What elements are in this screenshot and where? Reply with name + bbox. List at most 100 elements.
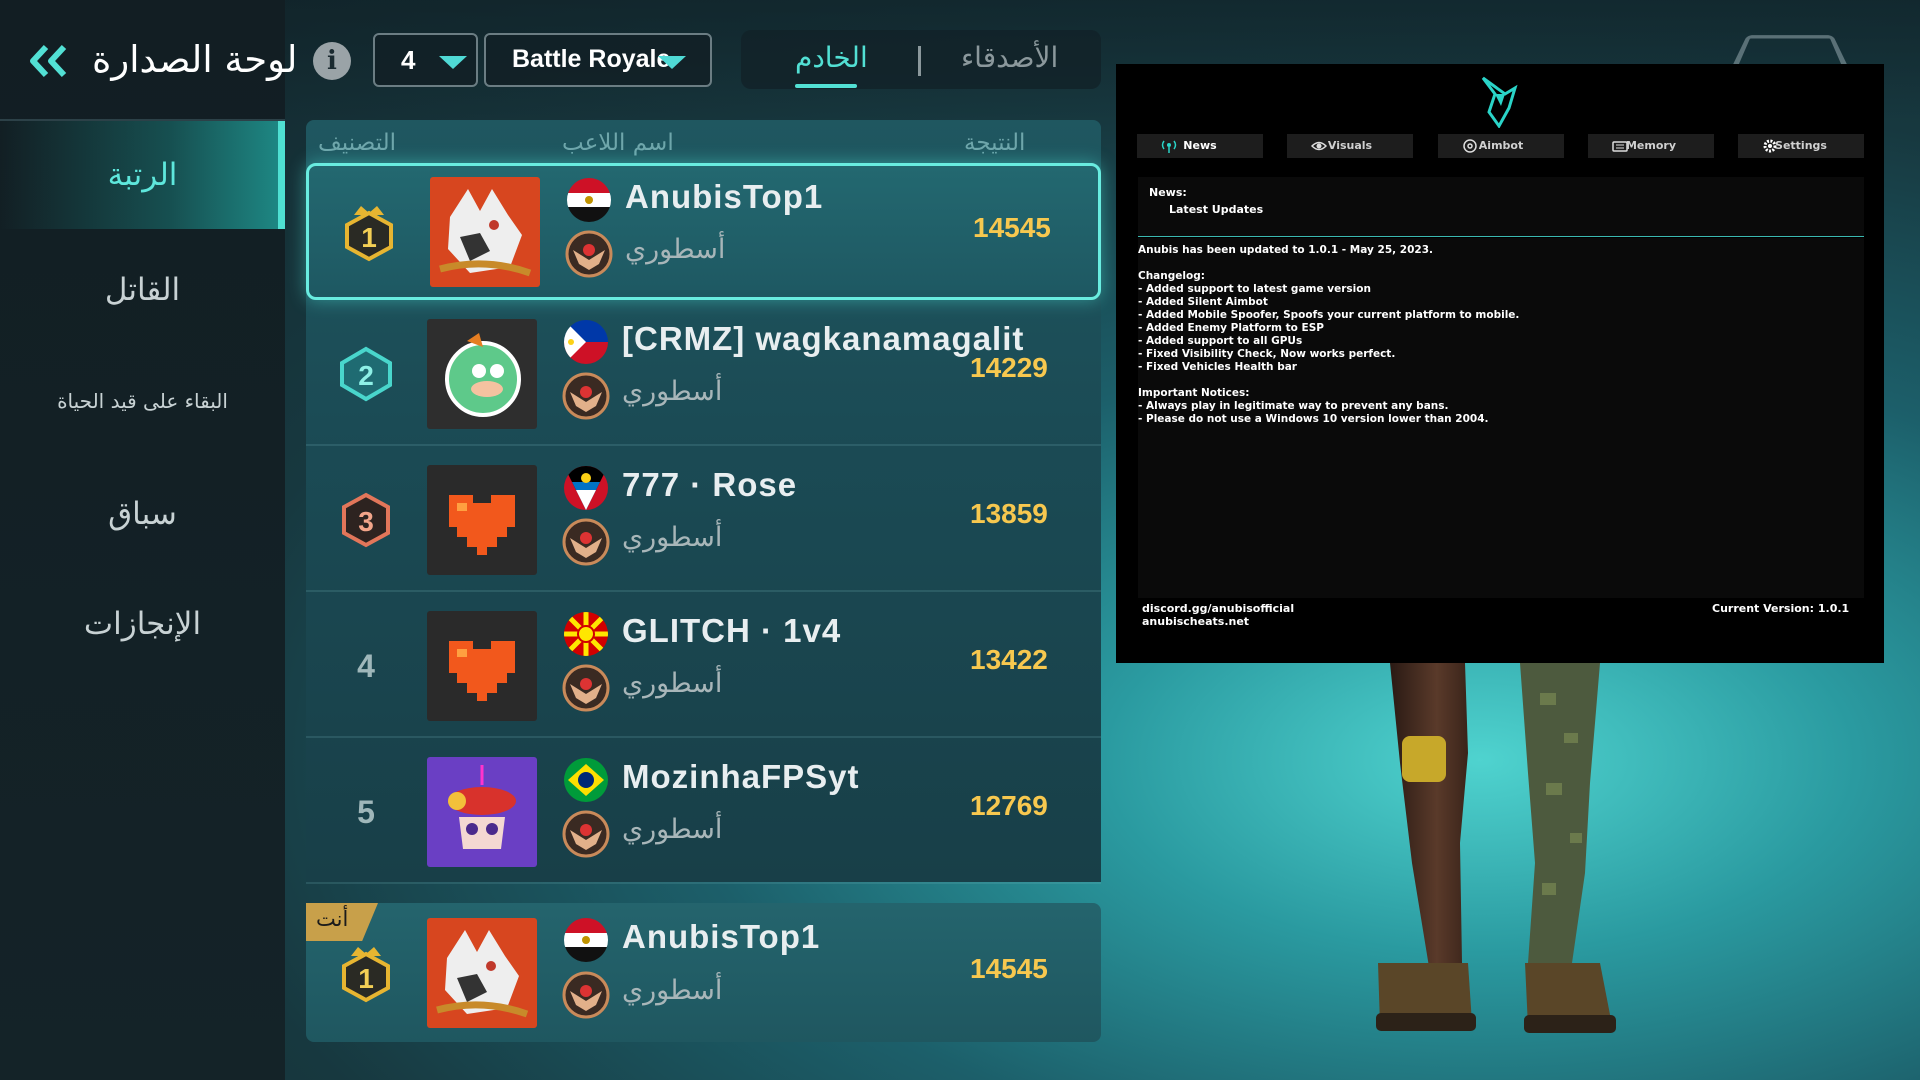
- news-header-box: News: Latest Updates: [1138, 177, 1864, 237]
- player-name: AnubisTop1: [622, 918, 821, 955]
- double-chevron-left-icon[interactable]: [28, 44, 78, 78]
- tab-divider: [918, 46, 921, 76]
- eagle-medal-icon: [562, 372, 610, 420]
- website-link[interactable]: anubischeats.net: [1142, 615, 1294, 628]
- table-row[interactable]: 4 GLITCH · 1v4 أسطوري 13422: [306, 594, 1101, 738]
- changelog-item: - Added Mobile Spoofer, Spoofs your curr…: [1138, 309, 1520, 321]
- news-heading: News:: [1149, 186, 1187, 199]
- squad-size-value: 4: [401, 45, 416, 75]
- overlay-tab-memory[interactable]: Memory: [1588, 134, 1714, 158]
- gold-crown-badge-icon: 1: [342, 946, 390, 1002]
- player-score: 13422: [970, 644, 1048, 675]
- rank-number: 5: [357, 793, 375, 830]
- player-tier: أسطوري: [622, 376, 723, 407]
- sidebar-item-achievements[interactable]: الإنجازات: [0, 596, 285, 652]
- overlay-tab-aimbot[interactable]: Aimbot: [1438, 134, 1564, 158]
- egypt-flag-icon: [567, 178, 611, 222]
- rank-number: 3: [358, 506, 374, 537]
- tab-server[interactable]: الخادم: [795, 41, 868, 74]
- eagle-medal-icon: [562, 664, 610, 712]
- antigua-flag-icon: [564, 466, 608, 510]
- eagle-medal-icon: [565, 230, 613, 278]
- player-score: 13859: [970, 498, 1048, 529]
- scope-tabs: الخادم الأصدقاء: [741, 30, 1101, 89]
- table-row[interactable]: 3 777 · Rose أسطوري 13859: [306, 448, 1101, 592]
- wolf-avatar: [430, 177, 540, 287]
- pixel-heart-avatar: [427, 611, 537, 721]
- gold-crown-badge-icon: 1: [345, 205, 393, 261]
- my-rank-row[interactable]: أنت 1 AnubisTop1 أسطوري 14545: [306, 903, 1101, 1042]
- rank-number: 1: [358, 963, 374, 994]
- overlay-tab-label: News: [1183, 139, 1217, 152]
- chevron-down-icon: [658, 56, 686, 69]
- character-model: [1376, 663, 1616, 1033]
- sidebar: الرتبة القاتل البقاء على قيد الحياة سباق…: [0, 0, 285, 1080]
- table-row[interactable]: 5 MozinhaFPSyt أسطوري 12769: [306, 740, 1101, 884]
- overlay-tab-news[interactable]: News: [1137, 134, 1263, 158]
- rank-cell: 4: [306, 594, 426, 738]
- sidebar-item-survival[interactable]: البقاء على قيد الحياة: [0, 378, 285, 424]
- rank-number: 2: [358, 360, 374, 391]
- info-icon[interactable]: i: [313, 42, 351, 80]
- footer-links: discord.gg/anubisofficial anubischeats.n…: [1142, 602, 1294, 628]
- player-tier: أسطوري: [625, 234, 726, 265]
- table-row[interactable]: 1 AnubisTop1 أسطوري 14545: [306, 163, 1101, 300]
- rank-cell: 5: [306, 740, 426, 884]
- table-row[interactable]: 2 [CRMZ] wagkanamagalit أسطوري 14229: [306, 302, 1101, 446]
- news-subheading: Latest Updates: [1169, 203, 1264, 216]
- tab-active-underline: [795, 84, 857, 88]
- bronze-rank-badge-icon: 3: [342, 492, 390, 548]
- green-bird-avatar: [427, 319, 537, 429]
- north-macedonia-flag-icon: [564, 612, 608, 656]
- overlay-tab-visuals[interactable]: Visuals: [1287, 134, 1413, 158]
- rank-cell: 2: [306, 302, 426, 446]
- robot-skull-avatar: [427, 757, 537, 867]
- current-version: Current Version: 1.0.1: [1712, 602, 1850, 615]
- squad-size-dropdown[interactable]: 4: [373, 33, 478, 87]
- discord-link[interactable]: discord.gg/anubisofficial: [1142, 602, 1294, 615]
- sidebar-item-rank[interactable]: الرتبة: [0, 121, 285, 229]
- column-player: اسم اللاعب: [562, 130, 674, 156]
- player-score: 14545: [970, 953, 1048, 984]
- notice-item: - Please do not use a Windows 10 version…: [1138, 413, 1489, 425]
- rank-cell: 1: [306, 903, 426, 1042]
- changelog-item: - Added Silent Aimbot: [1138, 296, 1268, 308]
- player-tier: أسطوري: [622, 975, 723, 1006]
- rank-number: 4: [357, 647, 375, 684]
- notices-heading: Important Notices:: [1138, 387, 1250, 399]
- leaderboard-header: التصنيف اسم اللاعب النتيجة: [306, 124, 1101, 164]
- changelog-heading: Changelog:: [1138, 270, 1205, 282]
- player-name: 777 · Rose: [622, 466, 798, 503]
- brazil-flag-icon: [564, 758, 608, 802]
- changelog-item: - Added support to latest game version: [1138, 283, 1371, 295]
- philippines-flag-icon: [564, 320, 608, 364]
- sidebar-item-race[interactable]: سباق: [0, 486, 285, 542]
- overlay-tab-settings[interactable]: Settings: [1738, 134, 1864, 158]
- tab-friends[interactable]: الأصدقاء: [961, 41, 1058, 74]
- column-score: النتيجة: [964, 130, 1026, 156]
- player-score: 14545: [973, 212, 1051, 243]
- game-mode-dropdown[interactable]: Battle Royale: [484, 33, 712, 87]
- eagle-medal-icon: [562, 518, 610, 566]
- changelog-item: - Fixed Vehicles Health bar: [1138, 361, 1297, 373]
- cheat-overlay-window: News Visuals Aimbot Memory Settings News…: [1116, 64, 1884, 663]
- overlay-tab-label: Settings: [1775, 139, 1827, 152]
- update-line: Anubis has been updated to 1.0.1 - May 2…: [1138, 244, 1433, 256]
- changelog-item: - Fixed Visibility Check, Now works perf…: [1138, 348, 1396, 360]
- player-name: GLITCH · 1v4: [622, 612, 842, 649]
- rank-cell: 3: [306, 448, 426, 592]
- eagle-medal-icon: [562, 971, 610, 1019]
- eagle-medal-icon: [562, 810, 610, 858]
- news-content: Anubis has been updated to 1.0.1 - May 2…: [1138, 238, 1864, 658]
- rank-cell: 1: [309, 166, 429, 297]
- egypt-flag-icon: [564, 918, 608, 962]
- player-score: 14229: [970, 352, 1048, 383]
- player-tier: أسطوري: [622, 522, 723, 553]
- player-tier: أسطوري: [622, 814, 723, 845]
- sidebar-item-killer[interactable]: القاتل: [0, 262, 285, 318]
- wolf-avatar: [427, 918, 537, 1028]
- column-rank: التصنيف: [318, 130, 396, 156]
- overlay-tab-label: Memory: [1625, 139, 1677, 152]
- changelog-item: - Added Enemy Platform to ESP: [1138, 322, 1324, 334]
- changelog-item: - Added support to all GPUs: [1138, 335, 1303, 347]
